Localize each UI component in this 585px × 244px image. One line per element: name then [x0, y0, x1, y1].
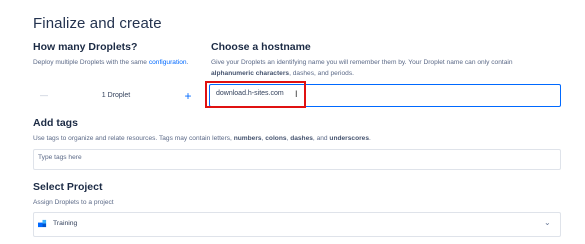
- hostname-description-line2: alphanumeric characters, dashes, and per…: [211, 68, 561, 79]
- project-select[interactable]: [33, 212, 561, 237]
- tags-desc-underscores: underscores: [329, 135, 370, 142]
- hostname-description-line1: Give your Droplets an identifying name y…: [211, 59, 513, 66]
- tags-heading: Add tags: [33, 117, 78, 129]
- alphanumeric-emphasis: alphanumeric characters: [211, 70, 290, 77]
- droplets-description-suffix: .: [186, 59, 189, 66]
- tags-desc-a: Use tags to organize and relate resource…: [33, 135, 234, 142]
- droplets-heading: How many Droplets?: [33, 41, 138, 53]
- hostname-description-rest: , dashes, and periods.: [289, 70, 354, 77]
- text-cursor-icon: I: [295, 89, 298, 99]
- tags-description: Use tags to organize and relate resource…: [33, 133, 371, 144]
- tags-desc-d: , and: [312, 135, 330, 142]
- hostname-description: Give your Droplets an identifying name y…: [211, 57, 561, 79]
- increment-button[interactable]: +: [177, 89, 199, 103]
- tags-desc-e: .: [369, 135, 371, 142]
- project-description: Assign Droplets to a project: [33, 199, 114, 206]
- chevron-down-icon[interactable]: ⌄: [544, 218, 551, 227]
- selected-project-label: Training: [53, 220, 78, 227]
- configuration-link[interactable]: configuration: [149, 59, 187, 66]
- project-icon: [38, 219, 47, 228]
- tags-desc-numbers: numbers: [233, 135, 262, 142]
- tags-desc-dashes: dashes: [290, 135, 313, 142]
- project-heading: Select Project: [33, 181, 103, 193]
- tags-placeholder: Type tags here: [38, 154, 82, 161]
- page-title: Finalize and create: [33, 15, 162, 32]
- highlight-box: [205, 81, 306, 108]
- tags-input[interactable]: [33, 149, 561, 170]
- tags-desc-colons: colons: [265, 135, 287, 142]
- droplets-description-text: Deploy multiple Droplets with the same: [33, 59, 147, 66]
- decrement-button[interactable]: —: [33, 91, 55, 100]
- droplets-description: Deploy multiple Droplets with the same c…: [33, 57, 188, 68]
- hostname-heading: Choose a hostname: [211, 41, 311, 53]
- droplet-count-value: 1 Droplet: [101, 92, 131, 99]
- droplet-count-stepper: — 1 Droplet +: [33, 85, 199, 106]
